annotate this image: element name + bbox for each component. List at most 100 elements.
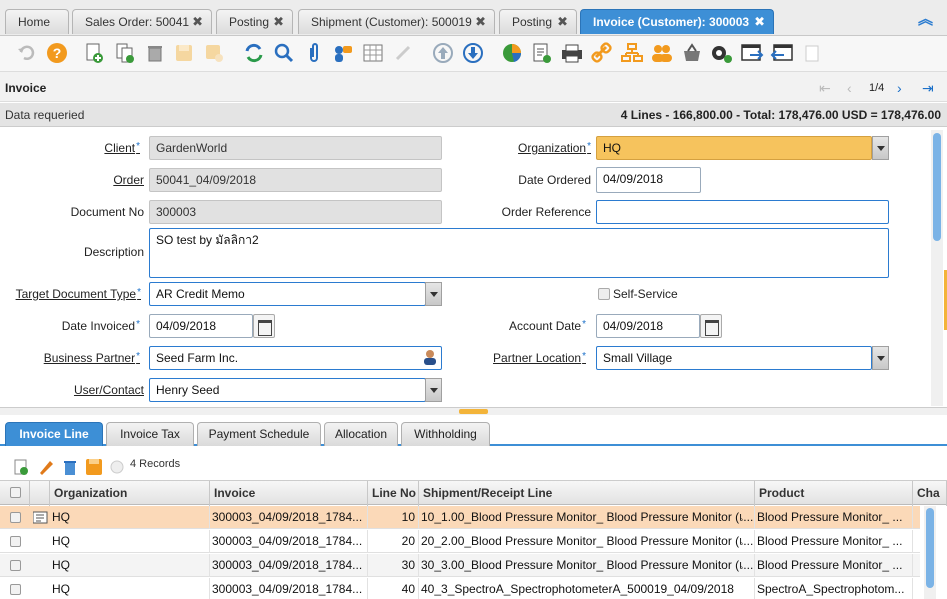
column-header-shipment-line[interactable]: Shipment/Receipt Line xyxy=(419,481,755,506)
previous-record-icon[interactable]: ‹ xyxy=(847,80,852,96)
tab-posting-1[interactable]: Posting ✖ xyxy=(216,9,293,34)
row-checkbox[interactable] xyxy=(10,512,21,523)
process-icon[interactable] xyxy=(710,41,734,65)
cell-shipment-line[interactable]: 40_3_SpectroA_SpectrophotometerA_500019_… xyxy=(419,578,755,599)
column-header-charge[interactable]: Cha xyxy=(913,481,947,506)
cell-line-no[interactable]: 40 xyxy=(368,578,419,599)
target-document-type-label[interactable]: Target Document Type* xyxy=(5,287,141,301)
splitter-grip[interactable] xyxy=(459,409,488,414)
new-line-icon[interactable] xyxy=(12,458,30,479)
next-record-icon[interactable]: › xyxy=(897,80,902,96)
grid-toggle-icon[interactable] xyxy=(361,41,385,65)
report-icon[interactable] xyxy=(530,41,554,65)
calendar-icon[interactable] xyxy=(253,314,275,338)
close-icon[interactable]: ✖ xyxy=(273,10,284,34)
customize-grid-icon[interactable] xyxy=(110,460,124,477)
business-partner-field[interactable]: Seed Farm Inc. xyxy=(149,346,442,370)
calendar-icon[interactable] xyxy=(700,314,722,338)
client-label[interactable]: Client* xyxy=(60,141,140,155)
cell-invoice[interactable]: 300003_04/09/2018_1784... xyxy=(210,554,368,577)
edit-row-icon[interactable] xyxy=(32,511,48,527)
form-scrollbar[interactable] xyxy=(931,130,943,406)
account-date-field[interactable]: 04/09/2018 xyxy=(596,314,700,338)
print-icon[interactable] xyxy=(560,41,584,65)
panel-splitter[interactable] xyxy=(0,407,947,415)
tab-payment-schedule[interactable]: Payment Schedule xyxy=(197,422,321,446)
help-icon[interactable]: ? xyxy=(45,41,69,65)
scrollbar-thumb[interactable] xyxy=(926,508,934,588)
undo-icon[interactable] xyxy=(14,41,38,65)
refresh-icon[interactable] xyxy=(242,41,266,65)
target-document-type-field[interactable]: AR Credit Memo xyxy=(149,282,426,306)
first-record-icon[interactable]: ⇤ xyxy=(819,80,831,97)
cell-invoice[interactable]: 300003_04/09/2018_1784... xyxy=(210,578,368,599)
column-header-invoice[interactable]: Invoice xyxy=(210,481,368,506)
select-all-header[interactable] xyxy=(0,481,30,506)
column-header-line-no[interactable]: Line No xyxy=(368,481,419,506)
copy-record-icon[interactable] xyxy=(113,41,137,65)
table-row[interactable]: HQ 300003_04/09/2018_1784... 30 30_3.00_… xyxy=(0,554,920,577)
close-icon[interactable]: ✖ xyxy=(557,10,568,34)
row-checkbox[interactable] xyxy=(10,584,21,595)
partner-location-label[interactable]: Partner Location* xyxy=(470,351,586,365)
cell-invoice[interactable]: 300003_04/09/2018_1784... xyxy=(210,530,368,553)
cell-product[interactable]: Blood Pressure Monitor_ ... xyxy=(755,506,913,529)
scrollbar-thumb[interactable] xyxy=(933,133,941,241)
post-icon[interactable] xyxy=(770,41,794,65)
chat-icon[interactable] xyxy=(330,41,354,65)
table-row[interactable]: HQ 300003_04/09/2018_1784... 40 40_3_Spe… xyxy=(0,578,920,599)
description-field[interactable]: SO test by มัลลิกา2 xyxy=(149,228,889,278)
cell-shipment-line[interactable]: 30_3.00_Blood Pressure Monitor_ Blood Pr… xyxy=(419,554,755,577)
cell-invoice[interactable]: 300003_04/09/2018_1784... xyxy=(210,506,368,529)
attachment-icon[interactable] xyxy=(302,41,326,65)
cell-shipment-line[interactable]: 20_2.00_Blood Pressure Monitor_ Blood Pr… xyxy=(419,530,755,553)
date-ordered-field[interactable]: 04/09/2018 xyxy=(596,167,701,193)
collapse-header-icon[interactable]: ︽ xyxy=(918,8,933,29)
archive-icon[interactable] xyxy=(740,41,764,65)
close-icon[interactable]: ✖ xyxy=(475,10,486,34)
tab-allocation[interactable]: Allocation xyxy=(324,422,398,446)
column-header-organization[interactable]: Organization xyxy=(50,481,210,506)
organization-dropdown[interactable] xyxy=(872,136,889,160)
tab-shipment[interactable]: Shipment (Customer): 500019 ✖ xyxy=(298,9,495,34)
find-icon[interactable] xyxy=(272,41,296,65)
tab-invoice-line[interactable]: Invoice Line xyxy=(5,422,103,446)
cell-organization[interactable]: HQ xyxy=(50,554,210,577)
user-contact-dropdown[interactable] xyxy=(425,378,442,402)
save-line-icon[interactable] xyxy=(85,458,103,479)
chart-icon[interactable] xyxy=(500,41,524,65)
tab-sales-order[interactable]: Sales Order: 50041 ✖ xyxy=(72,9,212,34)
product-info-icon[interactable] xyxy=(680,41,704,65)
cell-organization[interactable]: HQ xyxy=(50,530,210,553)
translate-icon[interactable] xyxy=(391,41,415,65)
detail-record-icon[interactable] xyxy=(461,41,485,65)
cell-line-no[interactable]: 30 xyxy=(368,554,419,577)
tab-invoice[interactable]: Invoice (Customer): 300003 ✖ xyxy=(580,9,774,34)
delete-icon[interactable] xyxy=(143,41,167,65)
last-record-icon[interactable]: ⇥ xyxy=(922,80,934,97)
requests-icon[interactable] xyxy=(650,41,674,65)
row-checkbox[interactable] xyxy=(10,536,21,547)
row-checkbox[interactable] xyxy=(10,560,21,571)
cell-organization[interactable]: HQ xyxy=(50,506,210,529)
partner-location-field[interactable]: Small Village xyxy=(596,346,872,370)
cell-product[interactable]: Blood Pressure Monitor_ ... xyxy=(755,530,913,553)
user-contact-label[interactable]: User/Contact xyxy=(40,383,144,397)
self-service-checkbox[interactable] xyxy=(598,288,610,300)
tab-home[interactable]: Home xyxy=(5,9,69,34)
delete-line-icon[interactable] xyxy=(62,458,78,479)
save-new-icon[interactable] xyxy=(202,41,226,65)
cell-line-no[interactable]: 20 xyxy=(368,530,419,553)
tab-withholding[interactable]: Withholding xyxy=(401,422,490,446)
new-record-icon[interactable] xyxy=(82,41,106,65)
edit-icon[interactable] xyxy=(37,458,55,479)
tab-posting-2[interactable]: Posting ✖ xyxy=(499,9,577,34)
select-all-checkbox[interactable] xyxy=(10,487,21,498)
partner-location-dropdown[interactable] xyxy=(872,346,889,370)
cell-line-no[interactable]: 10 xyxy=(368,506,419,529)
close-icon[interactable]: ✖ xyxy=(192,10,203,34)
organization-label[interactable]: Organization* xyxy=(480,141,591,155)
column-header-product[interactable]: Product xyxy=(755,481,913,506)
table-row[interactable]: HQ 300003_04/09/2018_1784... 10 10_1.00_… xyxy=(0,506,920,529)
tab-invoice-tax[interactable]: Invoice Tax xyxy=(106,422,194,446)
